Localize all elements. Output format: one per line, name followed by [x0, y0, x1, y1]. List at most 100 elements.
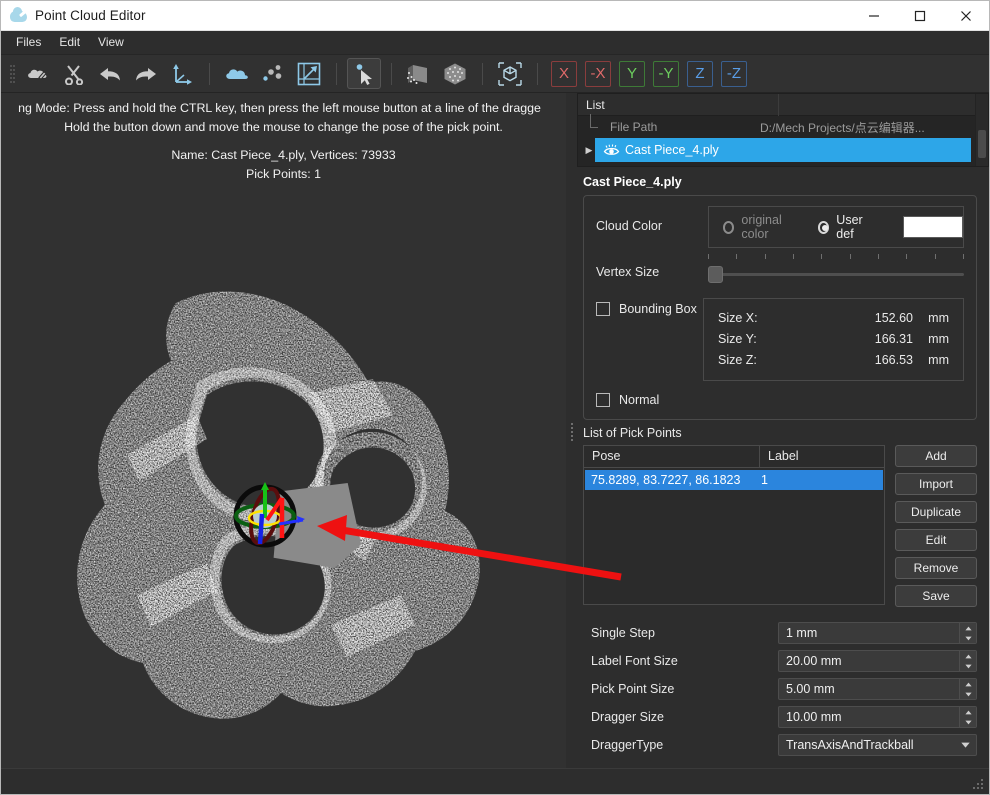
import-button[interactable]: Import — [895, 473, 977, 495]
single-step-arrows[interactable] — [959, 623, 976, 643]
save-button[interactable]: Save — [895, 585, 977, 607]
pick-points-col-pose[interactable]: Pose — [584, 446, 760, 467]
label-font-size-stepper[interactable]: 20.00 mm — [778, 650, 977, 672]
dragger-size-row: Dragger Size 10.00 mm — [583, 703, 977, 731]
toolbar-separator — [391, 62, 392, 85]
pick-points-buttons: Add Import Duplicate Edit Remove Save — [895, 445, 977, 607]
viewport-hint-line1: ng Mode: Press and hold the CTRL key, th… — [18, 101, 541, 115]
panel-splitter[interactable] — [566, 93, 577, 768]
toolbar-drag-grip[interactable] — [7, 64, 16, 84]
normal-checkbox[interactable] — [596, 393, 610, 407]
chevron-up-icon[interactable] — [960, 679, 976, 689]
toolbar-separator — [209, 62, 210, 85]
edit-cloud-icon[interactable] — [21, 58, 55, 89]
chevron-down-icon[interactable] — [960, 689, 976, 699]
window-resize-grip[interactable] — [973, 779, 986, 792]
chevron-down-icon[interactable] — [954, 742, 976, 748]
color-swatch-button[interactable] — [903, 216, 963, 238]
pick-point-size-stepper[interactable]: 5.00 mm — [778, 678, 977, 700]
toolbar-separator — [482, 62, 483, 85]
splitter-grip[interactable] — [570, 423, 573, 441]
list-vertical-scrollbar[interactable] — [975, 94, 988, 166]
label-font-size-value[interactable]: 20.00 mm — [779, 654, 959, 668]
list-item-cast-piece[interactable]: Cast Piece_4.ply — [595, 138, 971, 162]
expand-caret-icon[interactable]: ▶ — [582, 138, 596, 162]
pick-point-size-arrows[interactable] — [959, 679, 976, 699]
chevron-up-icon[interactable] — [960, 651, 976, 661]
view-axis-x-button[interactable]: X — [551, 60, 577, 87]
list-item-label: Cast Piece_4.ply — [625, 143, 719, 157]
pick-point-dragger[interactable] — [229, 476, 305, 552]
add-button[interactable]: Add — [895, 445, 977, 467]
dragger-type-label: DraggerType — [591, 738, 664, 752]
pick-point-pose: 75.8289, 83.7227, 86.1823 — [591, 473, 741, 487]
list-column-header[interactable]: List — [578, 98, 778, 112]
pick-point-cursor-icon[interactable] — [347, 58, 381, 89]
minimize-button[interactable] — [851, 1, 897, 30]
title-bar: Point Cloud Editor — [1, 1, 989, 31]
chevron-up-icon[interactable] — [960, 623, 976, 633]
axes-transform-icon[interactable] — [165, 58, 199, 89]
view-axis-neg-x-button[interactable]: -X — [585, 60, 611, 87]
pick-point-size-value[interactable]: 5.00 mm — [779, 682, 959, 696]
bounding-box-checkbox[interactable] — [596, 302, 610, 316]
single-step-stepper[interactable]: 1 mm — [778, 622, 977, 644]
close-button[interactable] — [943, 1, 989, 30]
bbox-size-x-unit: mm — [928, 311, 949, 325]
vertex-size-slider[interactable] — [708, 264, 964, 284]
view-axis-y-button[interactable]: Y — [619, 60, 645, 87]
redo-icon[interactable] — [129, 58, 163, 89]
plane-points-icon[interactable] — [402, 58, 436, 89]
menu-files[interactable]: Files — [7, 32, 50, 53]
slider-handle[interactable] — [708, 266, 723, 283]
vertex-size-ticks — [708, 254, 964, 259]
dragger-size-arrows[interactable] — [959, 707, 976, 727]
bbox-size-z-key: Size Z: — [718, 353, 757, 367]
label-font-size-arrows[interactable] — [959, 651, 976, 671]
duplicate-button[interactable]: Duplicate — [895, 501, 977, 523]
bounding-box-values: Size X: 152.60 mm Size Y: 166.31 mm Size… — [703, 298, 964, 381]
chevron-up-icon[interactable] — [960, 707, 976, 717]
view-axis-z-button[interactable]: Z — [687, 60, 713, 87]
chevron-down-icon[interactable] — [960, 661, 976, 671]
remove-button[interactable]: Remove — [895, 557, 977, 579]
single-step-value[interactable]: 1 mm — [779, 626, 959, 640]
menu-edit[interactable]: Edit — [50, 32, 89, 53]
maximize-button[interactable] — [897, 1, 943, 30]
points-display-icon[interactable] — [256, 58, 290, 89]
cloud-display-icon[interactable] — [220, 58, 254, 89]
menu-view[interactable]: View — [89, 32, 133, 53]
bbox-size-z-unit: mm — [928, 353, 949, 367]
pick-points-table[interactable]: Pose Label 75.8289, 83.7227, 86.1823 1 — [583, 445, 885, 605]
bounding-cube-icon[interactable] — [493, 58, 527, 89]
label-font-size-label: Label Font Size — [591, 654, 678, 668]
edit-button[interactable]: Edit — [895, 529, 977, 551]
view-axis-neg-y-button[interactable]: -Y — [653, 60, 679, 87]
cloud-color-label: Cloud Color — [596, 219, 663, 233]
radio-user-def[interactable] — [817, 220, 830, 234]
pick-points-col-label[interactable]: Label — [760, 446, 884, 467]
fit-view-icon[interactable] — [292, 58, 326, 89]
cloud-properties-group: Cloud Color original color User def Vert… — [583, 195, 977, 420]
undo-icon[interactable] — [93, 58, 127, 89]
dragger-type-select[interactable]: TransAxisAndTrackball — [778, 734, 977, 756]
3d-viewport[interactable]: ng Mode: Press and hold the CTRL key, th… — [1, 93, 566, 768]
cloud-color-options: original color User def — [708, 206, 964, 248]
scissors-cut-icon[interactable] — [57, 58, 91, 89]
list-scrollbar-thumb[interactable] — [978, 130, 986, 158]
chevron-down-icon[interactable] — [960, 633, 976, 643]
settings-fields: Single Step 1 mm Label Font Size 20.00 m… — [577, 607, 989, 759]
dragger-size-stepper[interactable]: 10.00 mm — [778, 706, 977, 728]
chevron-down-icon[interactable] — [960, 717, 976, 727]
table-row[interactable]: 75.8289, 83.7227, 86.1823 1 — [585, 470, 883, 490]
visibility-eye-icon[interactable] — [601, 144, 621, 156]
view-axis-neg-z-button[interactable]: -Z — [721, 60, 747, 87]
radio-user-def-label: User def — [836, 213, 863, 241]
label-font-size-row: Label Font Size 20.00 mm — [583, 647, 977, 675]
dragger-size-value[interactable]: 10.00 mm — [779, 710, 959, 724]
dragger-type-row: DraggerType TransAxisAndTrackball — [583, 731, 977, 759]
viewport-hint-line2: Hold the button down and move the mouse … — [64, 120, 503, 134]
mesh-sphere-icon[interactable] — [438, 58, 472, 89]
pick-points-title: List of Pick Points — [583, 426, 682, 440]
radio-original-color[interactable] — [723, 220, 735, 234]
